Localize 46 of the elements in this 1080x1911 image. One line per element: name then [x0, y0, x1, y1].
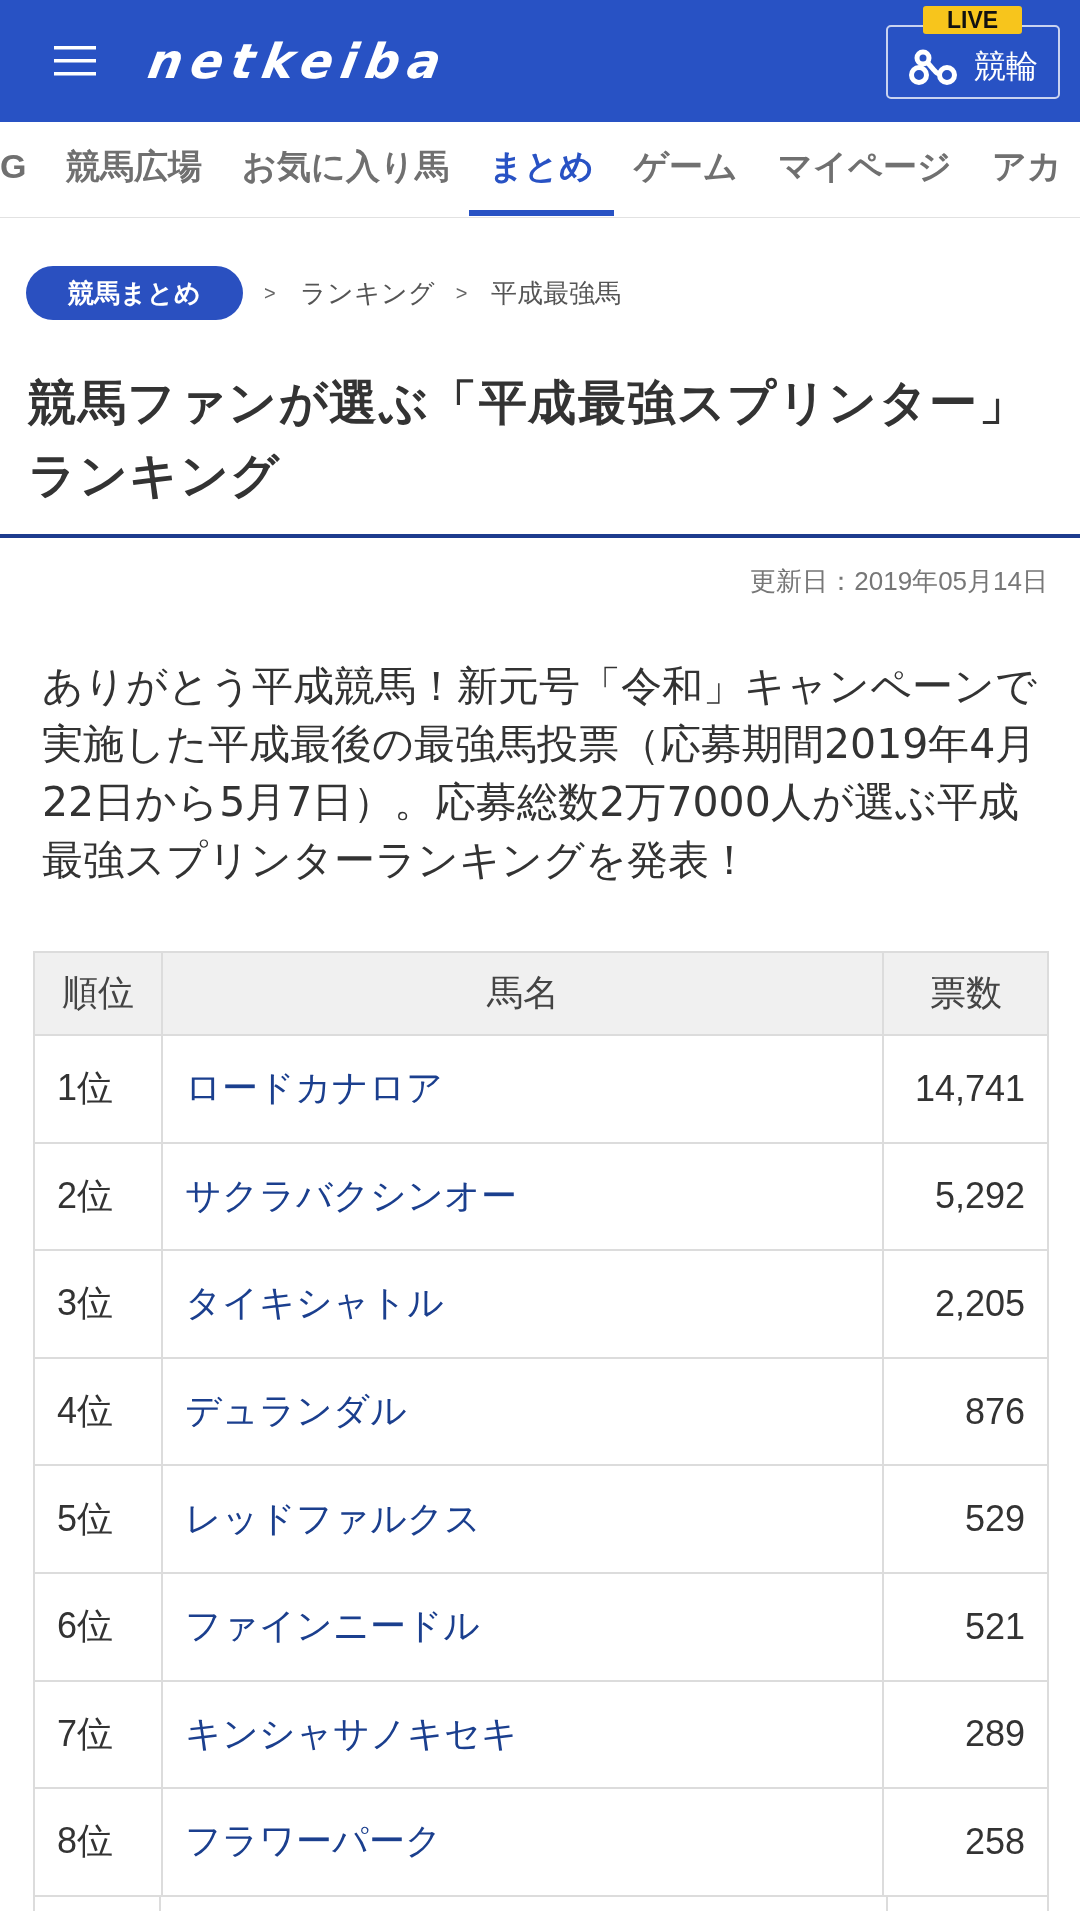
- horse-name-link[interactable]: ロードカナロア: [185, 1067, 443, 1109]
- nav-tab[interactable]: ゲーム: [614, 122, 759, 216]
- rank-cell: 3位: [34, 1250, 162, 1358]
- horse-name-link[interactable]: デュランダル: [185, 1390, 407, 1432]
- rank-cell: 4位: [34, 1357, 162, 1466]
- rank-cell: 6位: [34, 1572, 162, 1681]
- logo[interactable]: netkeiba: [144, 37, 453, 85]
- horse-name-link[interactable]: タイキシャトル: [185, 1282, 444, 1324]
- nav-tab[interactable]: 競馬広場: [46, 122, 223, 216]
- rank-cell: 7位: [34, 1680, 162, 1789]
- nav-tab[interactable]: マイページ: [758, 122, 973, 216]
- article-title: 競馬ファンが選ぶ「平成最強スプリンター」ランキング: [28, 375, 1028, 504]
- vote-count-cell: 258: [883, 1788, 1048, 1896]
- rank-cell: 8位: [34, 1788, 162, 1896]
- horse-name-link[interactable]: フラワーパーク: [185, 1820, 442, 1862]
- column-header: 馬名: [162, 952, 883, 1035]
- vote-count-cell: 2,205: [883, 1250, 1048, 1358]
- vote-count-cell: 5,292: [883, 1142, 1048, 1251]
- nav-tab[interactable]: お気に入り馬: [222, 122, 470, 216]
- lead-paragraph: ありがとう平成競馬！新元号「令和」キャンペーンで実施した平成最後の最強馬投票（応募期間2019年4月22日から5月7日）。応募総数2万7000人が選ぶ平成最強スプリンターランキングを発表！: [42, 661, 1038, 886]
- breadcrumb-link[interactable]: 平成最強馬: [491, 275, 622, 311]
- wheels-icon: [908, 49, 958, 85]
- live-badge: LIVE: [923, 6, 1022, 34]
- updated-date: 更新日：2019年05月14日: [750, 565, 1048, 598]
- nav-tab[interactable]: アカ: [972, 122, 1080, 216]
- vote-count-cell: 529: [883, 1465, 1048, 1573]
- rank-cell: 2位: [34, 1142, 162, 1251]
- horse-name-link[interactable]: キンシャサノキセキ: [185, 1712, 518, 1754]
- vote-count-cell: 14,741: [883, 1035, 1048, 1143]
- nav-tab[interactable]: まとめ: [469, 122, 615, 216]
- breadcrumb-link[interactable]: ランキング: [299, 275, 435, 311]
- vote-count-cell: 876: [883, 1357, 1048, 1466]
- breadcrumb-home-link[interactable]: 競馬まとめ: [26, 266, 243, 320]
- horse-name-link[interactable]: レッドファルクス: [185, 1497, 481, 1539]
- vote-count-cell: 289: [883, 1680, 1048, 1789]
- column-header: 票数: [883, 952, 1048, 1035]
- nav-tab[interactable]: G: [0, 122, 47, 216]
- breadcrumb-separator: >: [455, 281, 468, 305]
- menu-icon[interactable]: [54, 46, 96, 76]
- rank-cell: 1位: [34, 1035, 162, 1143]
- horse-name-link[interactable]: サクラバクシンオー: [185, 1174, 517, 1216]
- rank-cell: 5位: [34, 1465, 162, 1573]
- horse-name-link[interactable]: ファインニードル: [185, 1605, 480, 1647]
- vote-count-cell: 521: [883, 1572, 1048, 1681]
- column-header: 順位: [34, 952, 162, 1035]
- breadcrumb-separator: >: [264, 281, 276, 305]
